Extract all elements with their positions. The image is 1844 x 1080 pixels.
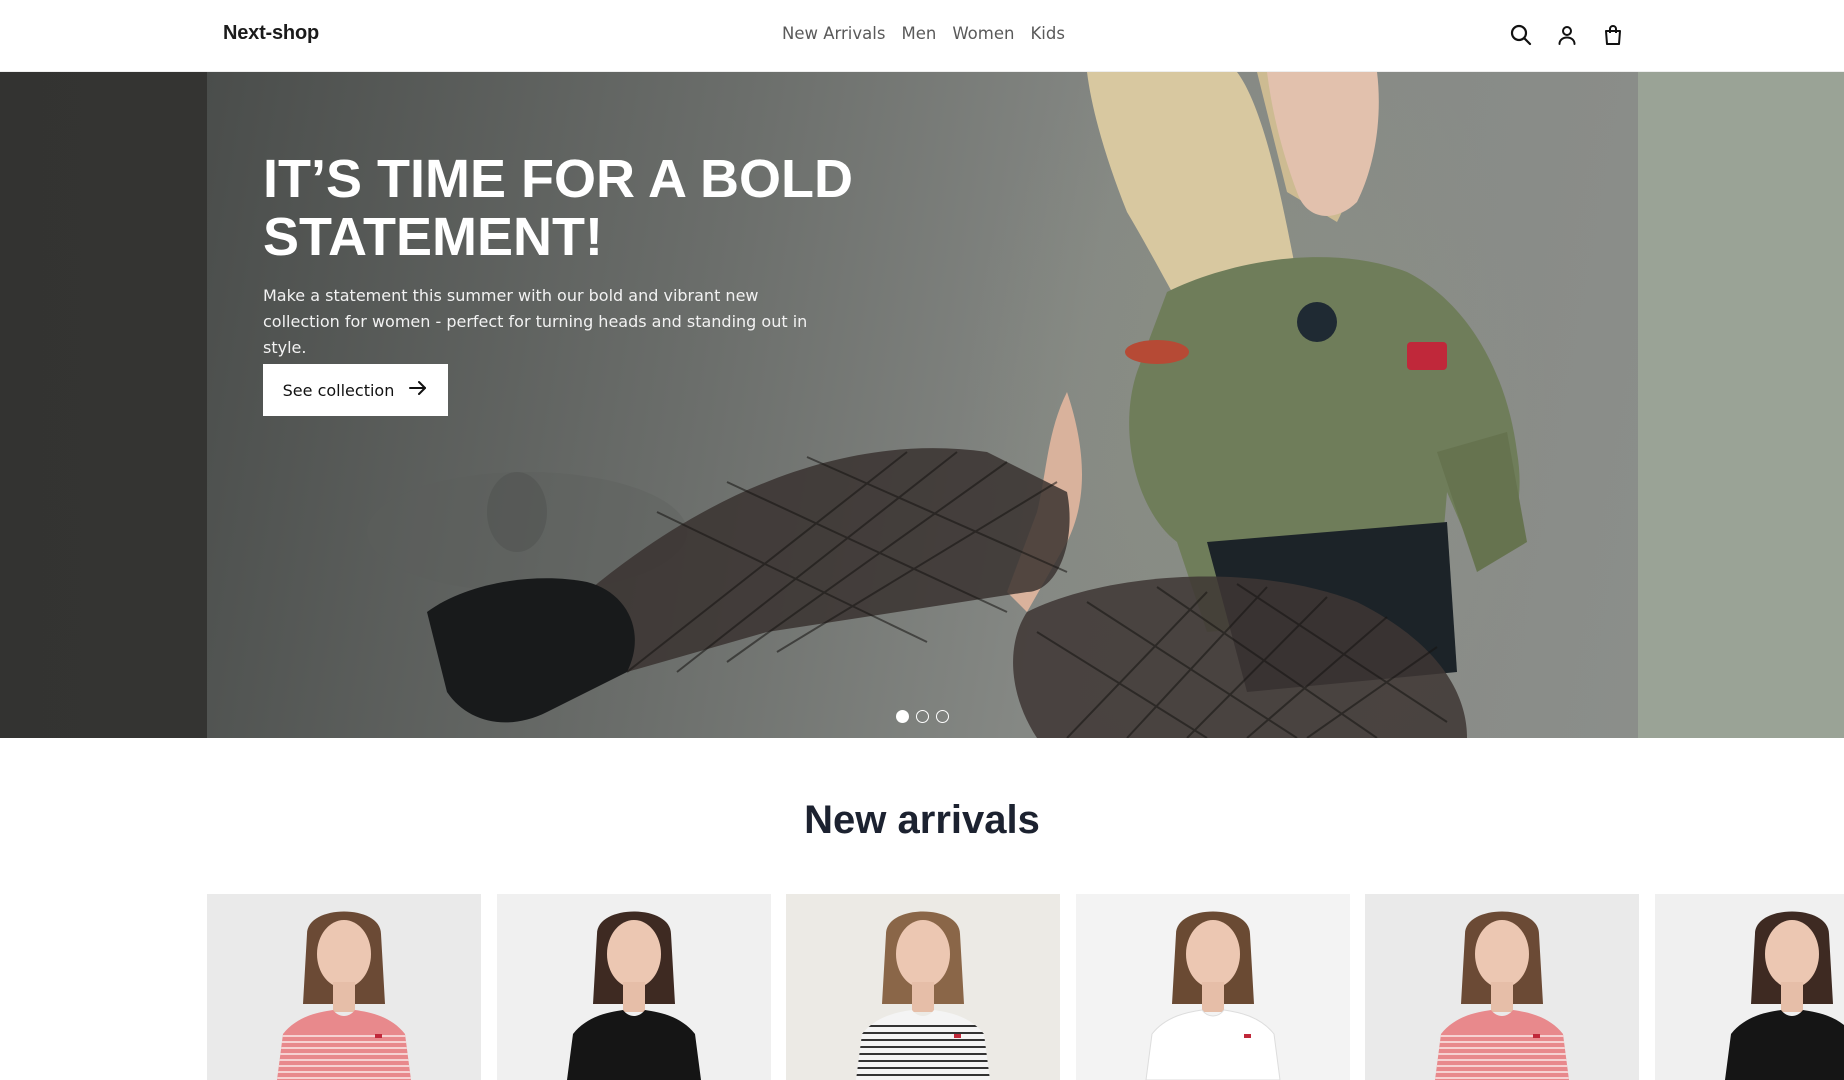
see-collection-label: See collection [282, 380, 395, 400]
hero-banner: IT’S TIME FOR A BOLD STATEMENT! Make a s… [0, 72, 1844, 738]
hero-side-panel [1638, 72, 1844, 738]
product-card[interactable] [1365, 894, 1639, 1080]
product-image [856, 911, 990, 1080]
see-collection-button[interactable]: See collection [263, 364, 448, 416]
header-actions [1508, 22, 1626, 48]
carousel-dot-1[interactable] [896, 710, 909, 723]
product-card[interactable] [1075, 894, 1350, 1080]
carousel-dot-3[interactable] [936, 710, 949, 723]
nav-link-kids[interactable]: Kids [1030, 24, 1064, 43]
nav-link-women[interactable]: Women [952, 24, 1014, 43]
carousel-dots [896, 710, 949, 723]
product-card[interactable] [1654, 894, 1844, 1080]
search-icon[interactable] [1508, 22, 1534, 48]
hero-subtitle: Make a statement this summer with our bo… [263, 286, 808, 357]
product-image [1144, 911, 1281, 1080]
product-card[interactable] [786, 894, 1060, 1080]
product-card[interactable] [496, 894, 771, 1080]
new-arrivals-title: New arrivals [804, 798, 1040, 842]
product-image [277, 911, 411, 1080]
product-image [1435, 911, 1569, 1080]
product-card[interactable] [207, 894, 481, 1080]
product-image [566, 911, 701, 1080]
nav-link-new-arrivals[interactable]: New Arrivals [782, 24, 885, 43]
nav-link-men[interactable]: Men [901, 24, 936, 43]
user-icon[interactable] [1554, 22, 1580, 48]
arrow-right-icon [408, 380, 428, 400]
shopping-bag-icon[interactable] [1600, 22, 1626, 48]
site-header: Next-shop New Arrivals Men Women Kids [0, 0, 1844, 72]
site-logo[interactable]: Next-shop [223, 22, 319, 45]
main-nav: New Arrivals Men Women Kids [782, 24, 1065, 43]
carousel-dot-2[interactable] [916, 710, 929, 723]
product-image [1724, 911, 1844, 1080]
hero-title: IT’S TIME FOR A BOLD STATEMENT! [263, 149, 853, 267]
product-carousel [207, 894, 1844, 1080]
